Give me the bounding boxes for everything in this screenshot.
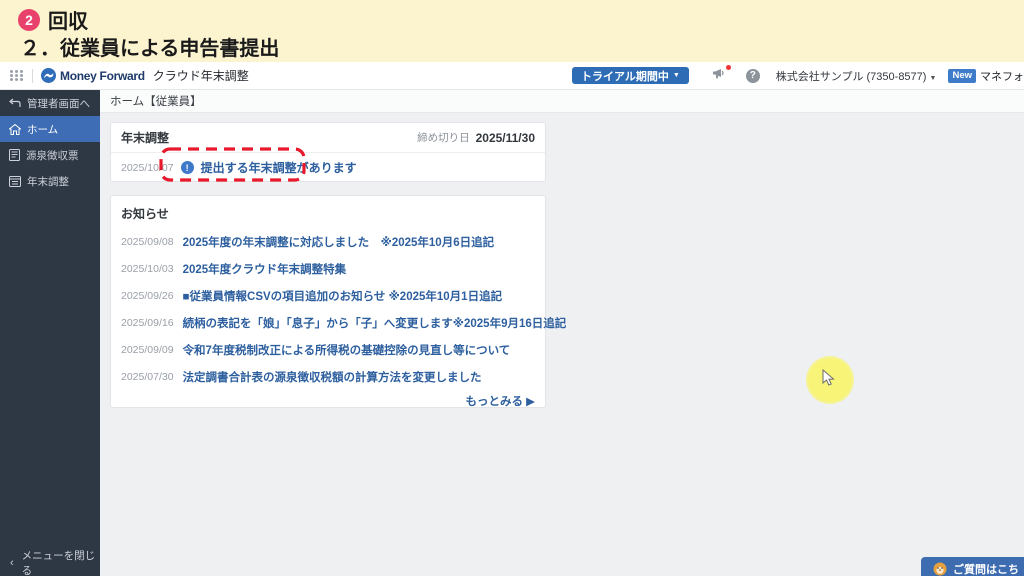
see-more-link[interactable]: もっとみる ▶ [121,393,535,409]
nav-divider [32,68,33,83]
sidebar-item-withholding-slip[interactable]: 源泉徴収票 [0,142,100,168]
step-number-badge: 2 [18,8,40,31]
company-selector[interactable]: 株式会社サンプル (7350-8577) ▼ [776,68,937,84]
news-link[interactable]: 2025年度クラウド年末調整特集 [183,261,347,277]
news-link[interactable]: ■従業員情報CSVの項目追加のお知らせ ※2025年10月1日追記 [183,288,503,304]
sidebar-item-home[interactable]: ホーム [0,116,100,142]
news-card: お知らせ 2025/09/08 2025年度の年末調整に対応しました ※2025… [110,195,566,409]
news-card-title: お知らせ [121,207,169,221]
news-link[interactable]: 法定調書合計表の源泉徴収税額の計算方法を変更しました [183,369,482,385]
news-date: 2025/09/09 [121,343,174,356]
news-item: 2025/09/08 2025年度の年末調整に対応しました ※2025年10月6… [121,228,535,255]
news-item: 2025/09/26 ■従業員情報CSVの項目追加のお知らせ ※2025年10月… [121,282,535,309]
app-grid-icon[interactable] [10,70,24,81]
question-help-button[interactable]: ご質問はこち [921,557,1024,576]
news-date: 2025/09/26 [121,289,174,302]
news-link[interactable]: 続柄の表記を「娘」「息子」から「子」へ変更します※2025年9月16日追記 [183,315,567,331]
nencho-row-date: 2025/10/07 [121,161,174,174]
news-item: 2025/09/16 続柄の表記を「娘」「息子」から「子」へ変更します※2025… [121,309,566,336]
money-forward-mark-icon [41,68,56,83]
step-label: 回収 [48,11,88,33]
news-date: 2025/07/30 [121,370,174,383]
notifications-megaphone-icon[interactable] [712,64,731,85]
news-date: 2025/09/16 [121,316,174,329]
news-item: 2025/07/30 法定調書合計表の源泉徴収税額の計算方法を変更しました [121,363,535,390]
news-link[interactable]: 2025年度の年末調整に対応しました ※2025年10月6日追記 [183,234,495,250]
info-icon: ! [180,161,194,174]
question-help-label: ご質問はこち [953,564,1019,576]
tutorial-banner: 2 回収 ２．従業員による申告書提出 [0,0,1024,62]
collapse-menu-button[interactable]: ‹ メニューを閉じる [0,550,100,576]
money-forward-logo[interactable]: Money Forward クラウド年末調整 [41,67,249,84]
nencho-card: 年末調整 締め切り日 2025/11/30 2025/10/07 ! 提出する年… [110,122,546,182]
news-date: 2025/10/03 [121,262,174,275]
cursor-highlight [806,356,854,404]
new-badge: New [948,68,976,83]
sidebar-item-label: 源泉徴収票 [26,149,79,162]
withholding-slip-icon [9,149,20,161]
product-name: クラウド年末調整 [152,69,249,83]
nencho-card-title: 年末調整 [121,131,170,145]
submit-nencho-link[interactable]: 提出する年末調整があります [201,159,357,176]
mascot-icon [933,562,947,576]
news-item: 2025/10/03 2025年度クラウド年末調整特集 [121,255,535,282]
chevron-left-icon: ‹ [10,557,14,569]
chevron-down-icon: ▼ [929,74,937,82]
top-navbar: Money Forward クラウド年末調整 トライアル期間中 ▼ ? 株式会社… [0,62,1024,90]
nencho-row: 2025/10/07 ! 提出する年末調整があります [111,153,545,182]
switch-arrow-icon [9,98,21,107]
nencho-form-icon [9,175,21,187]
deadline-value: 2025/11/30 [475,130,535,145]
partner-link[interactable]: マネフォ [980,68,1024,84]
home-icon [9,123,21,135]
sidebar-item-nencho[interactable]: 年末調整 [0,168,100,194]
app-window: 2 回収 ２．従業員による申告書提出 Money Forward クラウド年末調… [0,0,1024,576]
collapse-menu-label: メニューを閉じる [21,550,96,576]
sidebar: 管理者画面へ ホーム 源泉徴収票 年末調整 ‹ メニューを閉じる [0,90,100,576]
news-item: 2025/09/09 令和7年度税制改正による所得税の基礎控除の見直し等について [121,336,535,363]
brand-name: Money Forward [60,68,145,83]
sidebar-item-label: 年末調整 [27,175,69,188]
sidebar-item-admin-screen[interactable]: 管理者画面へ [0,90,100,116]
breadcrumb: ホーム【従業員】 [110,96,202,108]
sidebar-item-label: 管理者画面へ [27,97,90,110]
help-icon[interactable]: ? [745,68,760,83]
chevron-down-icon: ▼ [672,72,680,79]
deadline-label: 締め切り日 [417,132,470,144]
breadcrumb-bar: ホーム【従業員】 [100,90,1024,113]
mouse-cursor-icon [822,369,835,386]
notification-dot [725,64,731,70]
news-link[interactable]: 令和7年度税制改正による所得税の基礎控除の見直し等について [183,342,511,358]
banner-subtitle: ２．従業員による申告書提出 [20,38,280,60]
news-date: 2025/09/08 [121,235,174,248]
trial-period-button[interactable]: トライアル期間中 ▼ [571,67,689,84]
sidebar-item-label: ホーム [27,123,59,136]
